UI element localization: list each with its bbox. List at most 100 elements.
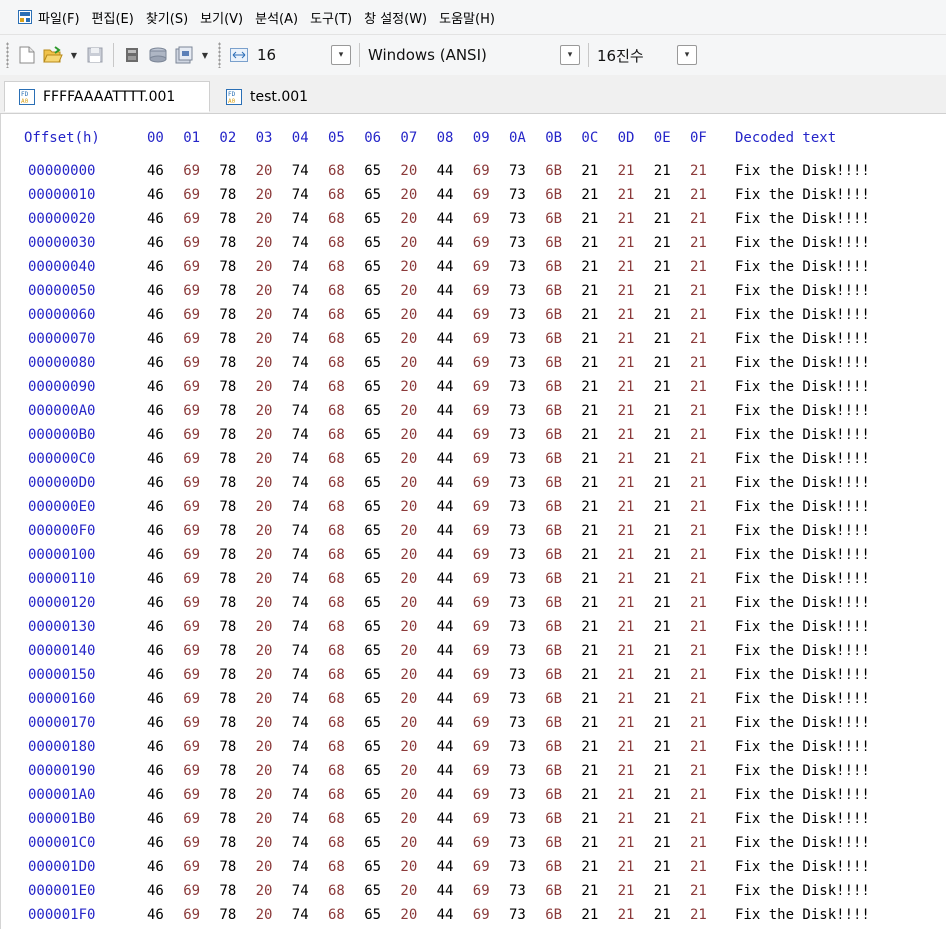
hex-byte-cell[interactable]: 21: [581, 615, 598, 639]
hex-byte-cell[interactable]: 21: [690, 471, 707, 495]
hex-byte-cell[interactable]: 69: [183, 663, 200, 687]
hex-byte-cell[interactable]: 69: [473, 303, 490, 327]
hex-byte-cell[interactable]: 73: [509, 207, 526, 231]
hex-byte-cell[interactable]: 46: [147, 471, 164, 495]
hex-byte-cell[interactable]: 44: [437, 543, 454, 567]
hex-byte-cell[interactable]: 44: [437, 183, 454, 207]
hex-byte-cell[interactable]: 20: [256, 831, 273, 855]
decoded-text-cell[interactable]: Fix the Disk!!!!: [735, 327, 870, 351]
hex-byte-cell[interactable]: 78: [219, 879, 236, 903]
hex-byte-cell[interactable]: 65: [364, 687, 381, 711]
hex-byte-cell[interactable]: 69: [183, 831, 200, 855]
hex-byte-cell[interactable]: 20: [256, 447, 273, 471]
hex-byte-cell[interactable]: 20: [400, 375, 417, 399]
hex-byte-cell[interactable]: 44: [437, 591, 454, 615]
hex-byte-cell[interactable]: 69: [473, 639, 490, 663]
hex-byte-cell[interactable]: 21: [618, 855, 635, 879]
hex-byte-cell[interactable]: 20: [256, 879, 273, 903]
hex-byte-cell[interactable]: 21: [581, 519, 598, 543]
hex-byte-cell[interactable]: 69: [183, 351, 200, 375]
hex-byte-cell[interactable]: 73: [509, 711, 526, 735]
hex-byte-cell[interactable]: 21: [690, 855, 707, 879]
hex-byte-cell[interactable]: 6B: [545, 519, 562, 543]
hex-byte-cell[interactable]: 21: [654, 735, 671, 759]
hex-byte-cell[interactable]: 21: [618, 495, 635, 519]
hex-byte-cell[interactable]: 68: [328, 375, 345, 399]
hex-byte-cell[interactable]: 20: [400, 543, 417, 567]
hex-byte-cell[interactable]: 69: [183, 735, 200, 759]
hex-byte-cell[interactable]: 46: [147, 687, 164, 711]
hex-byte-cell[interactable]: 20: [256, 375, 273, 399]
hex-byte-cell[interactable]: 21: [581, 759, 598, 783]
hex-byte-cell[interactable]: 69: [473, 567, 490, 591]
hex-byte-cell[interactable]: 20: [400, 687, 417, 711]
hex-byte-cell[interactable]: 6B: [545, 663, 562, 687]
hex-byte-cell[interactable]: 65: [364, 735, 381, 759]
hex-byte-cell[interactable]: 21: [654, 207, 671, 231]
hex-byte-cell[interactable]: 21: [581, 327, 598, 351]
decoded-text-cell[interactable]: Fix the Disk!!!!: [735, 375, 870, 399]
hex-byte-cell[interactable]: 46: [147, 303, 164, 327]
hex-byte-cell[interactable]: 21: [654, 879, 671, 903]
hex-byte-cell[interactable]: 73: [509, 567, 526, 591]
hex-byte-cell[interactable]: 21: [690, 447, 707, 471]
hex-byte-cell[interactable]: 6B: [545, 447, 562, 471]
decoded-text-cell[interactable]: Fix the Disk!!!!: [735, 759, 870, 783]
hex-byte-cell[interactable]: 68: [328, 423, 345, 447]
hex-byte-cell[interactable]: 68: [328, 807, 345, 831]
hex-byte-cell[interactable]: 20: [256, 495, 273, 519]
hex-byte-cell[interactable]: 68: [328, 711, 345, 735]
hex-byte-cell[interactable]: 21: [654, 903, 671, 927]
chevron-down-icon[interactable]: ▾: [677, 45, 697, 65]
hex-byte-cell[interactable]: 68: [328, 903, 345, 927]
hex-byte-cell[interactable]: 21: [618, 399, 635, 423]
hex-byte-cell[interactable]: 65: [364, 879, 381, 903]
hex-byte-cell[interactable]: 6B: [545, 375, 562, 399]
hex-byte-cell[interactable]: 68: [328, 447, 345, 471]
hex-byte-cell[interactable]: 21: [654, 183, 671, 207]
hex-byte-cell[interactable]: 20: [256, 351, 273, 375]
hex-byte-cell[interactable]: 69: [183, 543, 200, 567]
hex-byte-cell[interactable]: 20: [256, 183, 273, 207]
hex-byte-cell[interactable]: 21: [690, 255, 707, 279]
hex-byte-cell[interactable]: 46: [147, 639, 164, 663]
hex-byte-cell[interactable]: 69: [183, 255, 200, 279]
hex-byte-cell[interactable]: 69: [183, 519, 200, 543]
hex-byte-cell[interactable]: 21: [618, 447, 635, 471]
hex-byte-cell[interactable]: 69: [473, 855, 490, 879]
hex-byte-cell[interactable]: 68: [328, 255, 345, 279]
hex-byte-cell[interactable]: 20: [400, 639, 417, 663]
tab-test[interactable]: FD A0 test.001: [212, 81, 322, 112]
hex-byte-cell[interactable]: 69: [473, 831, 490, 855]
hex-byte-cell[interactable]: 74: [292, 711, 309, 735]
hex-byte-cell[interactable]: 20: [400, 231, 417, 255]
hex-byte-cell[interactable]: 74: [292, 495, 309, 519]
hex-byte-cell[interactable]: 21: [690, 159, 707, 183]
hex-byte-cell[interactable]: 20: [256, 855, 273, 879]
hex-byte-cell[interactable]: 78: [219, 495, 236, 519]
hex-byte-cell[interactable]: 20: [400, 207, 417, 231]
hex-byte-cell[interactable]: 21: [581, 303, 598, 327]
hex-byte-cell[interactable]: 21: [581, 231, 598, 255]
hex-byte-cell[interactable]: 46: [147, 255, 164, 279]
hex-byte-cell[interactable]: 21: [654, 231, 671, 255]
hex-byte-cell[interactable]: 21: [654, 159, 671, 183]
menu-view[interactable]: 보기(V): [200, 8, 243, 27]
hex-byte-cell[interactable]: 68: [328, 615, 345, 639]
decoded-text-cell[interactable]: Fix the Disk!!!!: [735, 567, 870, 591]
hex-byte-cell[interactable]: 21: [581, 183, 598, 207]
hex-byte-cell[interactable]: 44: [437, 783, 454, 807]
hex-byte-cell[interactable]: 20: [400, 855, 417, 879]
hex-byte-cell[interactable]: 74: [292, 855, 309, 879]
hex-byte-cell[interactable]: 68: [328, 279, 345, 303]
hex-byte-cell[interactable]: 46: [147, 375, 164, 399]
hex-byte-cell[interactable]: 20: [400, 903, 417, 927]
decoded-text-cell[interactable]: Fix the Disk!!!!: [735, 279, 870, 303]
hex-byte-cell[interactable]: 21: [581, 375, 598, 399]
hex-byte-cell[interactable]: 44: [437, 255, 454, 279]
hex-byte-cell[interactable]: 21: [690, 903, 707, 927]
hex-byte-cell[interactable]: 21: [690, 495, 707, 519]
hex-byte-cell[interactable]: 21: [618, 375, 635, 399]
hex-byte-cell[interactable]: 46: [147, 807, 164, 831]
hex-byte-cell[interactable]: 6B: [545, 471, 562, 495]
